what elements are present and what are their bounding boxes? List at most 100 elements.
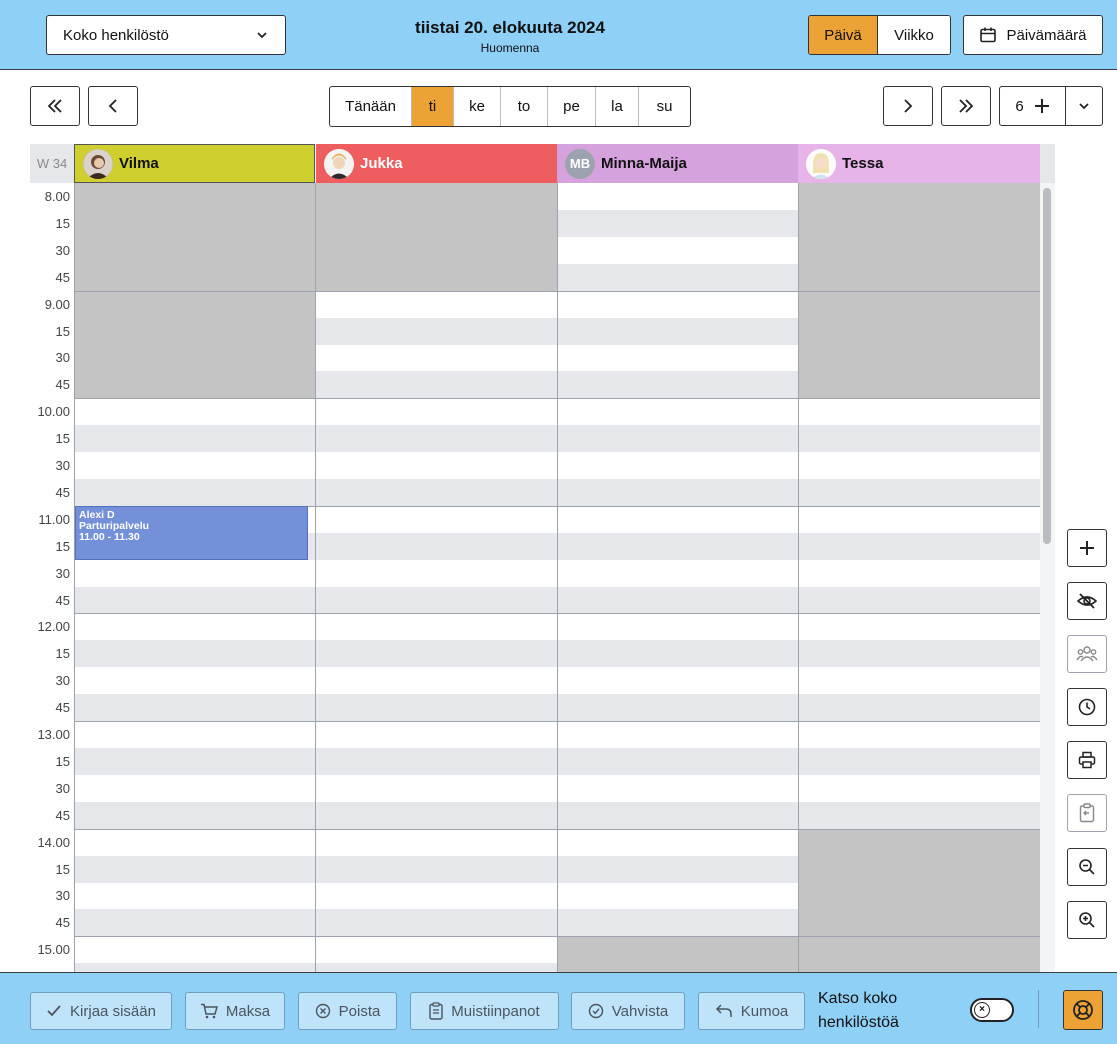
calendar-icon xyxy=(980,27,997,43)
chevron-down-icon xyxy=(257,32,267,39)
staff-select[interactable]: Koko henkilöstö xyxy=(46,15,286,55)
time-label: 11.00 xyxy=(38,511,70,527)
paste-button[interactable] xyxy=(1067,794,1107,832)
column-divider xyxy=(74,183,75,972)
plus-icon xyxy=(1080,541,1094,555)
day-tab-pe[interactable]: pe xyxy=(548,87,596,126)
help-button[interactable] xyxy=(1063,990,1103,1030)
time-label: 30 xyxy=(55,565,70,581)
day-tab-ti[interactable]: ti xyxy=(412,87,454,126)
time-label: 30 xyxy=(55,350,70,366)
time-label: 15 xyxy=(55,431,70,447)
prev-day-button[interactable] xyxy=(88,86,138,126)
time-label: 10.00 xyxy=(37,404,70,420)
time-label: 45 xyxy=(55,592,70,608)
undo-button[interactable]: Kumoa xyxy=(698,992,805,1030)
time-label: 45 xyxy=(55,377,70,393)
footer-divider xyxy=(1038,990,1039,1028)
group-icon xyxy=(1076,646,1098,662)
toggle-off-icon: × xyxy=(974,1002,990,1018)
add-booking-button[interactable] xyxy=(1067,529,1107,567)
time-label: 13.00 xyxy=(37,727,70,742)
unavailable-block xyxy=(558,936,798,972)
staff-group-button[interactable] xyxy=(1067,635,1107,673)
staff-name: Tessa xyxy=(842,155,884,172)
top-header: Koko henkilöstö tiistai 20. elokuuta 202… xyxy=(0,0,1117,70)
notes-label: Muistiinpanot xyxy=(451,1002,540,1020)
avatar: MB xyxy=(565,148,595,179)
avatar xyxy=(806,148,836,179)
time-button[interactable] xyxy=(1067,688,1107,726)
confirm-label: Vahvista xyxy=(611,1002,669,1020)
staff-header-tessa[interactable]: Tessa xyxy=(798,144,1040,183)
column-divider xyxy=(557,183,558,972)
staff-select-value: Koko henkilöstö xyxy=(63,26,169,44)
day-tab-to[interactable]: to xyxy=(501,87,548,126)
day-tab-su[interactable]: su xyxy=(639,87,690,126)
time-label: 45 xyxy=(55,915,70,931)
time-label: 45 xyxy=(55,269,70,285)
date-title-block: tiistai 20. elokuuta 2024 Huomenna xyxy=(360,18,660,55)
show-all-line-1: Katso koko xyxy=(818,990,898,1007)
date-picker-button[interactable]: Päivämäärä xyxy=(963,15,1103,55)
plus-icon xyxy=(1034,99,1049,113)
view-week-button[interactable]: Viikko xyxy=(878,16,950,54)
clipboard-icon xyxy=(1079,803,1095,823)
chevron-right-icon xyxy=(904,99,913,113)
time-label: 45 xyxy=(55,484,70,500)
printer-icon xyxy=(1078,751,1096,769)
pay-label: Maksa xyxy=(225,1002,271,1020)
zoom-in-button[interactable] xyxy=(1067,901,1107,939)
add-column-button[interactable]: 6 xyxy=(1000,87,1066,125)
time-label: 15 xyxy=(55,646,70,662)
undo-icon xyxy=(715,1004,732,1017)
page-subtitle: Huomenna xyxy=(480,41,540,55)
staff-name: Vilma xyxy=(119,155,159,172)
next-week-button[interactable] xyxy=(941,86,991,126)
zoom-out-icon xyxy=(1079,859,1095,875)
close-circle-icon xyxy=(315,1003,330,1019)
bottom-toolbar: Kirjaa sisään Maksa Poista Muistiinpanot… xyxy=(0,972,1117,1044)
staff-header-jukka[interactable]: Jukka xyxy=(316,144,557,183)
double-chevron-left-icon xyxy=(47,99,62,113)
calendar-scrollbar-thumb[interactable] xyxy=(1043,188,1051,544)
staff-header-minna-maija[interactable]: MB Minna-Maija xyxy=(557,144,798,183)
staff-header-vilma[interactable]: Vilma xyxy=(74,144,315,183)
show-all-staff-toggle[interactable]: × xyxy=(970,998,1014,1022)
check-circle-icon xyxy=(588,1003,603,1019)
time-label: 30 xyxy=(55,780,70,796)
column-count-dropdown[interactable] xyxy=(1066,87,1102,125)
double-chevron-right-icon xyxy=(959,99,974,113)
chevron-down-icon xyxy=(1079,103,1089,110)
notes-button[interactable]: Muistiinpanot xyxy=(410,992,559,1030)
view-day-button[interactable]: Päivä xyxy=(809,16,878,54)
print-button[interactable] xyxy=(1067,741,1107,779)
confirm-button[interactable]: Vahvista xyxy=(571,992,685,1030)
pay-button[interactable]: Maksa xyxy=(185,992,285,1030)
column-divider xyxy=(798,183,799,972)
calendar-grid: W 34 Vilma Jukka MB Minna-Maija Tessa 8.… xyxy=(30,144,1055,972)
week-number: W 34 xyxy=(30,144,74,183)
show-all-staff-label: Katso koko henkilöstöä xyxy=(818,987,948,1035)
checkin-label: Kirjaa sisään xyxy=(70,1002,156,1020)
day-tab-ke[interactable]: ke xyxy=(454,87,501,126)
column-count-control: 6 xyxy=(999,86,1103,126)
checkin-button[interactable]: Kirjaa sisään xyxy=(30,992,172,1030)
day-tab-la[interactable]: la xyxy=(596,87,639,126)
zoom-out-button[interactable] xyxy=(1067,848,1107,886)
unavailable-block xyxy=(799,828,1040,972)
next-day-button[interactable] xyxy=(883,86,933,126)
time-label: 15 xyxy=(55,215,70,231)
header-scroll-gap xyxy=(1040,144,1055,183)
clock-icon xyxy=(1078,698,1096,716)
delete-button[interactable]: Poista xyxy=(298,992,397,1030)
unavailable-block xyxy=(316,183,557,291)
today-button[interactable]: Tänään xyxy=(330,87,412,126)
lifebuoy-icon xyxy=(1073,1000,1093,1020)
appointment-card[interactable]: Alexi D Parturipalvelu 11.00 - 11.30 xyxy=(75,506,308,560)
undo-label: Kumoa xyxy=(740,1002,789,1020)
prev-week-button[interactable] xyxy=(30,86,80,126)
appointment-time: 11.00 - 11.30 xyxy=(79,531,140,543)
hide-button[interactable] xyxy=(1067,582,1107,620)
avatar xyxy=(324,148,354,179)
